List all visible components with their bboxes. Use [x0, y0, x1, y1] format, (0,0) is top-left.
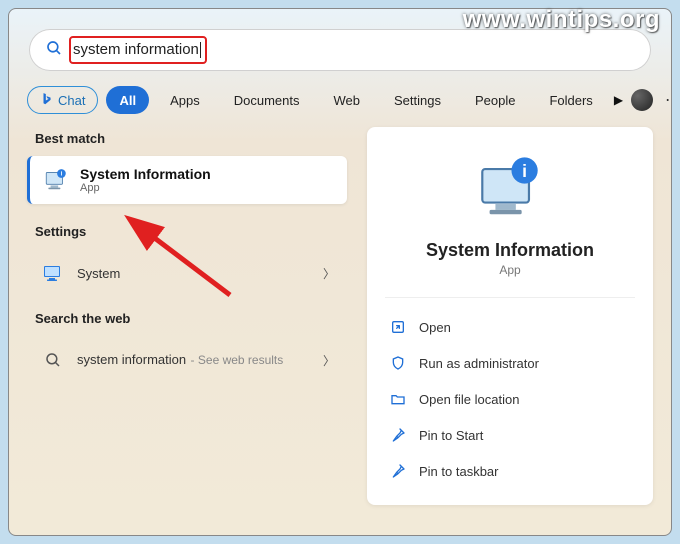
web-result-text: system information - See web results [77, 351, 283, 369]
preview-title: System Information [426, 240, 594, 261]
shield-icon [389, 354, 407, 372]
user-avatar[interactable] [631, 89, 653, 111]
preview-actions: Open Run as administrator Open file loca… [385, 312, 635, 486]
preview-hero: i System Information App [385, 147, 635, 298]
tab-chat[interactable]: Chat [27, 86, 98, 114]
settings-heading: Settings [35, 224, 339, 239]
action-open-label: Open [419, 320, 451, 335]
tab-folders[interactable]: Folders [536, 86, 605, 114]
action-pin-to-start[interactable]: Pin to Start [385, 420, 635, 450]
text-cursor [200, 42, 201, 58]
pin-icon [389, 462, 407, 480]
action-pin-to-taskbar[interactable]: Pin to taskbar [385, 456, 635, 486]
filter-tabs: Chat All Apps Documents Web Settings Peo… [9, 81, 671, 127]
search-input[interactable]: system information [29, 29, 651, 71]
settings-result-system[interactable]: System 〉 [27, 249, 347, 297]
folder-icon [389, 390, 407, 408]
system-settings-icon [39, 259, 67, 287]
search-flyout-window: system information Chat All Apps Documen… [8, 8, 672, 536]
preview-panel: i System Information App Open Run as adm… [367, 127, 653, 505]
system-information-app-icon: i [42, 166, 70, 194]
best-match-subtitle: App [80, 182, 211, 194]
tab-people[interactable]: People [462, 86, 528, 114]
svg-text:i: i [522, 161, 527, 181]
search-query-highlight: system information [69, 36, 207, 64]
pin-icon [389, 426, 407, 444]
action-run-as-administrator[interactable]: Run as administrator [385, 348, 635, 378]
action-open[interactable]: Open [385, 312, 635, 342]
tab-documents[interactable]: Documents [221, 86, 313, 114]
results-left-column: Best match i System Information App [27, 127, 347, 505]
best-match-result[interactable]: i System Information App [27, 156, 347, 204]
tab-chat-label: Chat [58, 93, 85, 108]
search-query-text: system information [73, 41, 199, 58]
chevron-right-icon: 〉 [323, 265, 335, 282]
web-result-row[interactable]: system information - See web results 〉 [27, 336, 347, 384]
action-open-location-label: Open file location [419, 392, 519, 407]
more-options-icon[interactable]: ⋯ [665, 90, 671, 110]
results-content: Best match i System Information App [9, 127, 671, 523]
action-pin-start-label: Pin to Start [419, 428, 483, 443]
tab-apps[interactable]: Apps [157, 86, 213, 114]
web-result-hint: - See web results [191, 353, 284, 367]
action-pin-taskbar-label: Pin to taskbar [419, 464, 499, 479]
chevron-right-icon: 〉 [323, 352, 335, 369]
best-match-heading: Best match [35, 131, 339, 146]
tabs-overflow-arrow[interactable]: ▶ [614, 93, 623, 107]
best-match-title: System Information [80, 166, 211, 182]
open-icon [389, 318, 407, 336]
settings-item-label: System [77, 266, 120, 281]
bing-icon [40, 92, 54, 109]
search-web-heading: Search the web [35, 311, 339, 326]
search-icon [45, 39, 63, 62]
searchbar-container: system information [9, 9, 671, 81]
system-information-app-icon: i [475, 153, 545, 228]
tab-all[interactable]: All [106, 86, 149, 114]
search-icon [39, 346, 67, 374]
action-run-admin-label: Run as administrator [419, 356, 539, 371]
tab-settings[interactable]: Settings [381, 86, 454, 114]
best-match-text: System Information App [80, 166, 211, 194]
preview-subtitle: App [499, 263, 520, 277]
action-open-file-location[interactable]: Open file location [385, 384, 635, 414]
web-result-query: system information [77, 352, 186, 367]
tab-web[interactable]: Web [320, 86, 373, 114]
